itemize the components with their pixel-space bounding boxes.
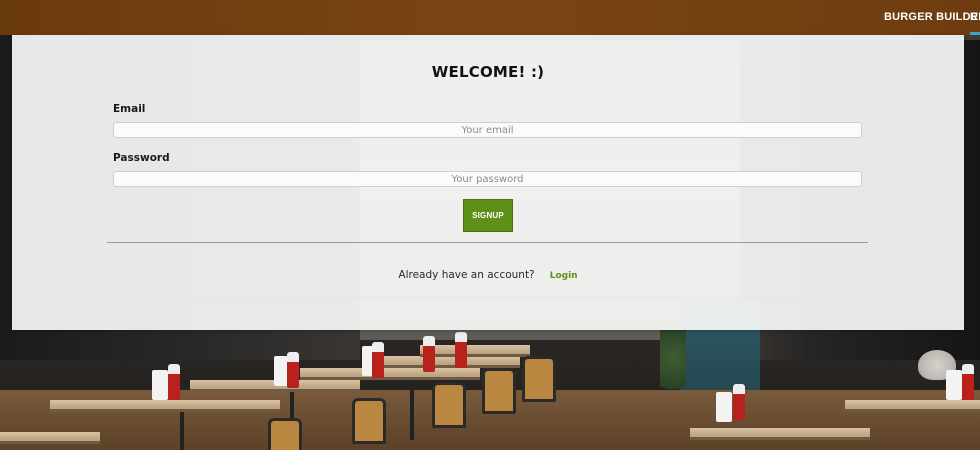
dining-table [690,428,870,440]
nav-link-burger-builder[interactable]: BURGER BUILDER [884,0,980,35]
ketchup-bottle [423,336,435,372]
napkin-holder [152,370,168,400]
dining-table [50,400,280,412]
signup-button[interactable]: SIGNUP [463,199,513,232]
ketchup-bottle [962,364,974,400]
password-label: Password [113,152,170,164]
auth-panel: WELCOME! :) Email Password SIGNUP Alread… [12,35,964,330]
chair [352,398,386,444]
dining-table [420,345,530,357]
ketchup-bottle [455,332,467,368]
ketchup-bottle [372,342,384,378]
chair [268,418,302,450]
potted-plant [660,330,686,400]
password-field[interactable] [113,171,862,187]
divider [107,242,868,243]
email-label: Email [113,103,146,115]
ketchup-bottle [287,352,299,388]
napkin-holder [716,392,732,422]
email-field[interactable] [113,122,862,138]
table-leg [180,412,184,450]
napkin-holder [946,370,962,400]
table-leg [410,380,414,440]
login-link[interactable]: Login [550,271,578,281]
dining-table [0,432,100,444]
account-prompt-text: Already have an account? [398,269,535,281]
page-title: WELCOME! :) [431,63,545,81]
dining-table [370,356,520,368]
chair [522,356,556,402]
nav-link-active-truncated[interactable]: R [970,0,980,35]
ketchup-bottle [168,364,180,400]
chair [482,368,516,414]
top-navigation-bar: BURGER BUILDER R [0,0,980,35]
dining-table [300,368,480,380]
panel-bottom-rule [60,297,916,298]
ketchup-bottle [733,384,745,420]
account-prompt-row: Already have an account? Login [12,263,964,282]
dining-table [845,400,980,412]
chair [432,382,466,428]
